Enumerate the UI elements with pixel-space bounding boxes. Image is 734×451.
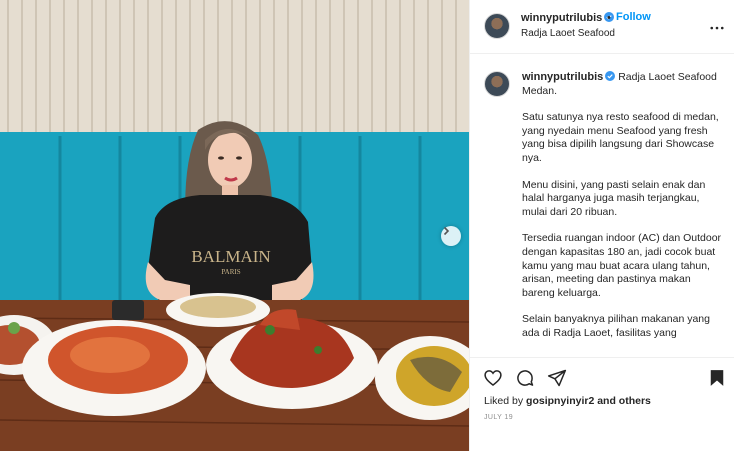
post-actions: Liked by gosipnyinyir2 and others JULY 1…: [470, 357, 734, 451]
post-photo[interactable]: BALMAIN PARIS: [0, 0, 469, 451]
send-icon: [547, 369, 567, 387]
caption-author-username[interactable]: winnyputrilubis: [522, 71, 603, 83]
save-button[interactable]: [706, 368, 728, 390]
next-photo-button[interactable]: [441, 226, 461, 246]
shirt-print-subtext: PARIS: [221, 268, 240, 276]
author-avatar[interactable]: [484, 13, 510, 39]
likes-summary: Liked by gosipnyinyir2 and others: [484, 395, 651, 407]
like-button[interactable]: [482, 368, 504, 390]
caption-paragraph: Menu disini, yang pasti selain enak dan …: [522, 178, 706, 218]
bookmark-icon: [710, 370, 724, 386]
follow-button[interactable]: Follow: [616, 11, 651, 23]
header-separator: •: [607, 12, 611, 24]
caption-author-avatar[interactable]: [484, 71, 510, 97]
caption-text: winnyputrilubis Radja Laoet Seafood Meda…: [522, 71, 722, 341]
liked-by-username[interactable]: gosipnyinyir2: [526, 395, 594, 407]
post-photo-image: BALMAIN PARIS: [0, 0, 469, 451]
heart-icon: [484, 370, 502, 387]
author-username[interactable]: winnyputrilubis: [521, 12, 615, 24]
post-location-link[interactable]: Radja Laoet Seafood: [521, 28, 615, 39]
likes-prefix: Liked by: [484, 395, 527, 407]
verified-badge-icon: [605, 71, 616, 81]
chevron-right-icon: [443, 226, 450, 236]
comment-icon: [517, 370, 534, 386]
caption-first-line: winnyputrilubis Radja Laoet Seafood Meda…: [522, 71, 722, 98]
post-side-panel: winnyputrilubis • Follow Radja Laoet Sea…: [469, 0, 734, 451]
share-button[interactable]: [546, 368, 568, 390]
author-username-text[interactable]: winnyputrilubis: [521, 12, 602, 24]
caption-paragraph: Satu satunya nya resto seafood di medan,…: [522, 111, 719, 164]
post-caption: winnyputrilubis Radja Laoet Seafood Meda…: [470, 55, 734, 356]
post-header: winnyputrilubis • Follow Radja Laoet Sea…: [470, 0, 734, 54]
post-date[interactable]: JULY 19: [484, 414, 513, 421]
likes-others-link[interactable]: and others: [594, 395, 651, 407]
shirt-print-text: BALMAIN: [191, 247, 270, 266]
more-options-icon: [710, 26, 724, 30]
more-options-button[interactable]: [709, 18, 725, 30]
caption-paragraph: Selain banyaknya pilihan makanan yang ad…: [522, 313, 710, 339]
comment-button[interactable]: [514, 368, 536, 390]
caption-paragraph: Tersedia ruangan indoor (AC) dan Outdoor…: [522, 232, 722, 299]
